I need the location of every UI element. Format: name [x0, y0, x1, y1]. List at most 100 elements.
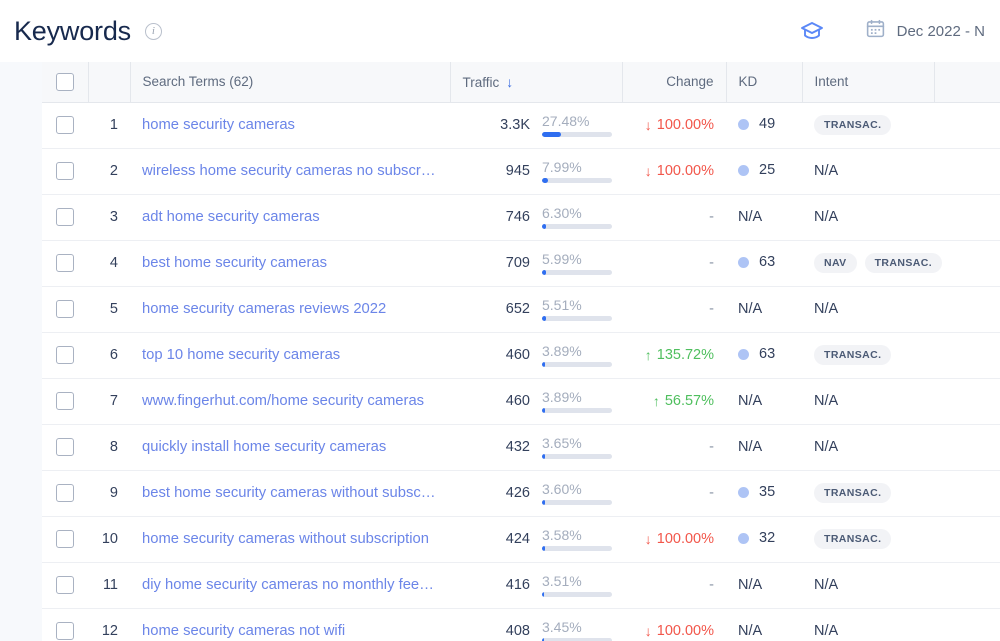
- extra-cell: [934, 562, 1000, 608]
- change-value: ↑ 135.72%: [645, 347, 714, 363]
- row-checkbox[interactable]: [56, 622, 74, 640]
- traffic-percent: 3.89%: [542, 390, 612, 405]
- change-value: -: [709, 485, 714, 501]
- search-term-link[interactable]: top 10 home security cameras: [142, 347, 438, 363]
- row-checkbox[interactable]: [56, 438, 74, 456]
- kd-value: 32: [759, 530, 775, 546]
- row-checkbox[interactable]: [56, 254, 74, 272]
- arrow-up-icon: ↑: [645, 348, 652, 362]
- change-cell: ↑56.57%: [622, 378, 726, 424]
- row-select-cell: [42, 194, 88, 240]
- traffic-bar-track: [542, 362, 612, 367]
- traffic-bar-track: [542, 592, 612, 597]
- graduation-cap-icon[interactable]: [794, 13, 830, 49]
- traffic-bar-track: [542, 316, 612, 321]
- row-checkbox[interactable]: [56, 300, 74, 318]
- intent-cell: N/A: [802, 378, 934, 424]
- intent-header[interactable]: Intent: [802, 62, 934, 102]
- table-row[interactable]: 10home security cameras without subscrip…: [42, 516, 1000, 562]
- traffic-percent: 5.99%: [542, 252, 612, 267]
- search-term-cell: home security cameras: [130, 102, 450, 148]
- intent-na: N/A: [814, 393, 838, 409]
- rank-cell: 6: [88, 332, 130, 378]
- table-row[interactable]: 1home security cameras3.3K27.48%↓100.00%…: [42, 102, 1000, 148]
- search-term-link[interactable]: home security cameras not wifi: [142, 623, 438, 639]
- search-term-link[interactable]: diy home security cameras no monthly fee…: [142, 577, 438, 593]
- traffic-cell: 3.3K27.48%: [450, 102, 622, 148]
- arrow-down-icon: ↓: [645, 624, 652, 638]
- kd-value: 25: [759, 162, 775, 178]
- row-checkbox[interactable]: [56, 576, 74, 594]
- kd-na: N/A: [738, 623, 762, 639]
- search-term-link[interactable]: wireless home security cameras no subscr…: [142, 163, 438, 179]
- kd-value: 63: [759, 346, 775, 362]
- intent-na: N/A: [814, 623, 838, 639]
- search-term-link[interactable]: home security cameras reviews 2022: [142, 301, 438, 317]
- row-checkbox[interactable]: [56, 392, 74, 410]
- change-text: 135.72%: [657, 347, 714, 363]
- row-checkbox[interactable]: [56, 162, 74, 180]
- extra-cell: [934, 378, 1000, 424]
- kd-header[interactable]: KD: [726, 62, 802, 102]
- change-cell: ↑ 135.72%: [622, 332, 726, 378]
- search-term-link[interactable]: best home security cameras: [142, 255, 438, 271]
- change-header[interactable]: Change: [622, 62, 726, 102]
- search-term-cell: wireless home security cameras no subscr…: [130, 148, 450, 194]
- info-icon[interactable]: i: [145, 23, 162, 40]
- extra-cell: [934, 608, 1000, 641]
- change-text: 100.00%: [657, 117, 714, 133]
- kd-difficulty-dot: [738, 349, 749, 360]
- intent-na: N/A: [814, 301, 838, 317]
- search-term-cell: adt home security cameras: [130, 194, 450, 240]
- table-row[interactable]: 3adt home security cameras7466.30%-N/AN/…: [42, 194, 1000, 240]
- table-row[interactable]: 11diy home security cameras no monthly f…: [42, 562, 1000, 608]
- traffic-header[interactable]: Traffic↓: [450, 62, 622, 102]
- row-checkbox[interactable]: [56, 116, 74, 134]
- traffic-cell: 4083.45%: [450, 608, 622, 641]
- intent-badge: NAV: [814, 253, 857, 273]
- table-row[interactable]: 6top 10 home security cameras4603.89%↑13…: [42, 332, 1000, 378]
- intent-cell: TRANSAC.: [802, 470, 934, 516]
- traffic-cell: 9457.99%: [450, 148, 622, 194]
- search-term-link[interactable]: quickly install home security cameras: [142, 439, 438, 455]
- change-value: -: [709, 577, 714, 593]
- traffic-value: 408: [462, 623, 530, 639]
- table-row[interactable]: 5home security cameras reviews 20226525.…: [42, 286, 1000, 332]
- table-row[interactable]: 4best home security cameras7095.99%-63NA…: [42, 240, 1000, 286]
- traffic-bar-fill: [542, 454, 545, 459]
- traffic-cell: 4323.65%: [450, 424, 622, 470]
- arrow-down-icon: ↓: [645, 118, 652, 132]
- traffic-cell: 4243.58%: [450, 516, 622, 562]
- keywords-table-container: Search Terms (62) Traffic↓ Change KD Int…: [42, 62, 1000, 641]
- row-checkbox[interactable]: [56, 346, 74, 364]
- table-head: Search Terms (62) Traffic↓ Change KD Int…: [42, 62, 1000, 102]
- search-term-link[interactable]: adt home security cameras: [142, 209, 438, 225]
- table-row[interactable]: 9best home security cameras without subs…: [42, 470, 1000, 516]
- table-row[interactable]: 8quickly install home security cameras43…: [42, 424, 1000, 470]
- kd-difficulty-dot: [738, 487, 749, 498]
- arrow-up-icon: ↑: [653, 394, 660, 408]
- intent-cell: NAVTRANSAC.: [802, 240, 934, 286]
- table-row[interactable]: 2wireless home security cameras no subsc…: [42, 148, 1000, 194]
- kd-cell: N/A: [726, 378, 802, 424]
- traffic-value: 460: [462, 347, 530, 363]
- rank-cell: 12: [88, 608, 130, 641]
- kd-cell: 63: [726, 240, 802, 286]
- table-row[interactable]: 12 home security cameras not wifi 4083.45%…: [42, 608, 1000, 641]
- search-term-link[interactable]: best home security cameras without subsc…: [142, 485, 438, 501]
- row-checkbox[interactable]: [56, 530, 74, 548]
- select-all-checkbox[interactable]: [56, 73, 74, 91]
- date-range-picker[interactable]: Dec 2022 - N: [850, 10, 1000, 52]
- row-checkbox[interactable]: [56, 208, 74, 226]
- traffic-cell: 6525.51%: [450, 286, 622, 332]
- search-term-link[interactable]: home security cameras without subscripti…: [142, 531, 438, 547]
- traffic-percent: 3.51%: [542, 574, 612, 589]
- search-term-link[interactable]: www.fingerhut.com/home security cameras: [142, 393, 438, 409]
- search-terms-header[interactable]: Search Terms (62): [130, 62, 450, 102]
- table-row[interactable]: 7www.fingerhut.com/home security cameras…: [42, 378, 1000, 424]
- row-checkbox[interactable]: [56, 484, 74, 502]
- change-cell: -: [622, 424, 726, 470]
- calendar-icon: [865, 18, 886, 44]
- search-term-link[interactable]: home security cameras: [142, 117, 438, 133]
- change-cell: -: [622, 562, 726, 608]
